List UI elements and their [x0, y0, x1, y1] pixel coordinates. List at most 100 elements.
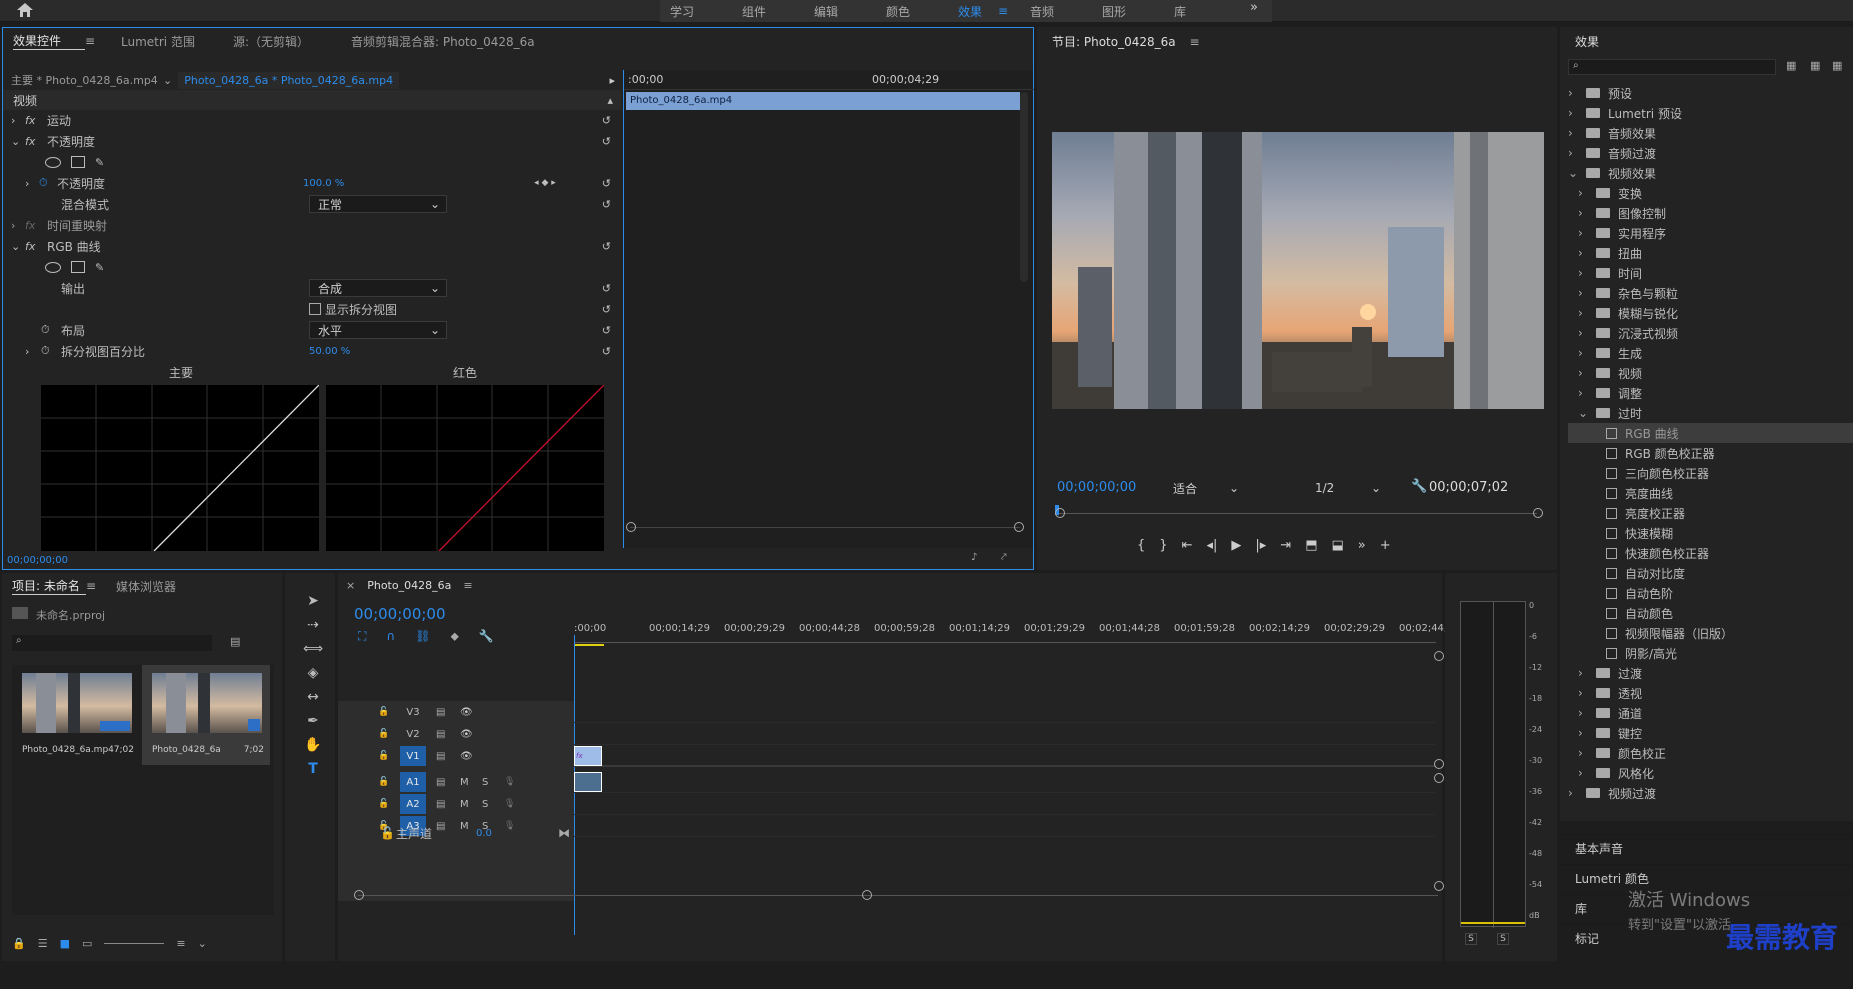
microphone-icon[interactable]: 🎙: [504, 799, 515, 809]
lock-icon[interactable]: 🔓: [378, 777, 390, 787]
effect-item[interactable]: 自动对比度: [1588, 563, 1853, 583]
effect-item[interactable]: 阴影/高光: [1588, 643, 1853, 663]
solo-button[interactable]: S: [482, 777, 494, 788]
effects-folder[interactable]: › 预设: [1568, 83, 1853, 103]
chevron-right-icon[interactable]: ›: [1578, 706, 1588, 720]
effects-folder[interactable]: › 风格化: [1578, 763, 1853, 783]
fit-select[interactable]: 适合 ⌄: [1165, 479, 1245, 497]
tab-audio-clip-mixer[interactable]: 音频剪辑混合器: Photo_0428_6a: [351, 33, 591, 50]
tab-source[interactable]: 源:（无剪辑）: [233, 33, 351, 50]
hand-tool-icon[interactable]: ✋: [304, 737, 321, 753]
step-back-icon[interactable]: ◂|: [1206, 538, 1217, 553]
fx-badge[interactable]: fx: [25, 135, 47, 148]
effects-folder[interactable]: › 音频过渡: [1568, 143, 1853, 163]
work-area-bar[interactable]: [574, 644, 604, 646]
eye-icon[interactable]: 👁: [460, 707, 473, 718]
track-header-v2[interactable]: 🔓 V2 ▤ 👁: [338, 723, 574, 745]
effect-item[interactable]: 自动颜色: [1588, 603, 1853, 623]
mark-out-icon[interactable]: }: [1159, 538, 1167, 553]
ec-horizontal-scrollbar[interactable]: [626, 522, 1024, 535]
timeline-timecode[interactable]: 00;00;00;00: [354, 605, 446, 623]
type-tool-icon[interactable]: T: [308, 761, 318, 777]
track-target-label[interactable]: A2: [400, 794, 426, 814]
master-clip-label[interactable]: 主要 * Photo_0428_6a.mp4: [11, 72, 163, 88]
play-icon[interactable]: ▶: [1231, 538, 1241, 553]
chevron-right-icon[interactable]: ›: [1578, 186, 1588, 200]
play-arrow-icon[interactable]: ▸: [609, 74, 615, 87]
chevron-right-icon[interactable]: ›: [1578, 766, 1588, 780]
effects-folder[interactable]: › 透视: [1578, 683, 1853, 703]
split-percent-value[interactable]: 50.00 %: [309, 346, 350, 357]
chevron-right-icon[interactable]: ›: [1578, 246, 1588, 260]
effects-folder[interactable]: › 键控: [1578, 723, 1853, 743]
reset-icon[interactable]: ↺: [602, 114, 611, 127]
tab-project[interactable]: 项目: 未命名: [12, 577, 86, 595]
chevron-right-icon[interactable]: ›: [1578, 366, 1588, 380]
effect-opacity[interactable]: ⌄ fx 不透明度 ↺: [3, 131, 621, 151]
effects-folder[interactable]: › 视频: [1578, 363, 1853, 383]
video-clip[interactable]: fx: [574, 746, 602, 766]
track-target-label[interactable]: V1: [400, 746, 426, 766]
more-controls-icon[interactable]: »: [1358, 538, 1366, 553]
workspace-menu-icon[interactable]: ≡: [998, 4, 1030, 18]
workspace-tab-color[interactable]: 颜色: [886, 3, 958, 20]
workspace-tab-assembly[interactable]: 组件: [742, 3, 814, 20]
chevron-right-icon[interactable]: ›: [1578, 266, 1588, 280]
stopwatch-icon[interactable]: ⏱: [41, 344, 61, 358]
ellipse-mask-icon[interactable]: [45, 156, 61, 168]
pen-mask-icon[interactable]: ✎: [95, 156, 104, 169]
fx-badge[interactable]: fx: [25, 114, 47, 127]
sequence-clip-label[interactable]: Photo_0428_6a * Photo_0428_6a.mp4: [178, 71, 400, 89]
output-select[interactable]: 合成 ⌄: [309, 279, 447, 297]
snap-icon[interactable]: ∩: [386, 629, 395, 644]
expand-arrow-icon[interactable]: ›: [11, 114, 25, 127]
show-split-checkbox[interactable]: [309, 303, 321, 315]
effects-folder[interactable]: ⌄ 过时: [1578, 403, 1853, 423]
chevron-right-icon[interactable]: ›: [1578, 306, 1588, 320]
reset-icon[interactable]: ↺: [602, 345, 611, 358]
opacity-value[interactable]: 100.0 %: [303, 178, 344, 189]
go-to-in-icon[interactable]: ⇤: [1182, 538, 1193, 553]
ripple-edit-tool-icon[interactable]: ⟺: [303, 641, 323, 657]
effects-folder[interactable]: › 沉浸式视频: [1578, 323, 1853, 343]
solo-right-button[interactable]: S: [1497, 933, 1509, 945]
panel-menu-icon[interactable]: ≡: [1189, 35, 1199, 49]
freeform-view-icon[interactable]: ▭: [82, 937, 92, 950]
workspace-tab-edit[interactable]: 编辑: [814, 3, 886, 20]
effects-folder[interactable]: › 通道: [1578, 703, 1853, 723]
essential-sound-panel[interactable]: 基本声音: [1560, 834, 1853, 860]
sync-lock-icon[interactable]: ▤: [436, 799, 450, 810]
lock-icon[interactable]: 🔓: [378, 707, 390, 717]
chevron-right-icon[interactable]: ›: [1578, 666, 1588, 680]
effects-folder[interactable]: › 杂色与颗粒: [1578, 283, 1853, 303]
wrench-icon[interactable]: 🔧: [479, 629, 494, 644]
collapse-arrow-icon[interactable]: ⌄: [11, 135, 25, 148]
effect-item[interactable]: 快速颜色校正器: [1588, 543, 1853, 563]
pen-mask-icon[interactable]: ✎: [95, 261, 104, 274]
program-scrubber[interactable]: [1055, 505, 1543, 519]
effects-folder[interactable]: › 实用程序: [1578, 223, 1853, 243]
effect-item[interactable]: RGB 颜色校正器: [1588, 443, 1853, 463]
chevron-right-icon[interactable]: ›: [1578, 686, 1588, 700]
tab-lumetri-scopes[interactable]: Lumetri 范围: [121, 33, 233, 50]
collapse-arrow-icon[interactable]: ⌄: [11, 240, 25, 253]
sync-lock-icon[interactable]: ▤: [436, 707, 450, 718]
chevron-right-icon[interactable]: ›: [1578, 726, 1588, 740]
effects-folder[interactable]: › 变换: [1578, 183, 1853, 203]
effects-folder[interactable]: › 图像控制: [1578, 203, 1853, 223]
reset-icon[interactable]: ↺: [602, 324, 611, 337]
effects-folder[interactable]: › Lumetri 预设: [1568, 103, 1853, 123]
solo-left-button[interactable]: S: [1465, 933, 1477, 945]
project-item[interactable]: Photo_0428_6a.mp4 7;02: [12, 665, 140, 765]
32bit-icon[interactable]: ▦: [1832, 59, 1842, 72]
eye-icon[interactable]: 👁: [460, 751, 473, 762]
sort-icon[interactable]: ≡: [176, 937, 185, 950]
tab-media-browser[interactable]: 媒体浏览器: [116, 578, 176, 595]
ec-clip-bar[interactable]: Photo_0428_6a.mp4: [626, 92, 1020, 110]
go-to-out-icon[interactable]: ⇥: [1280, 538, 1291, 553]
chevron-right-icon[interactable]: ›: [1568, 146, 1578, 160]
effect-item[interactable]: 自动色阶: [1588, 583, 1853, 603]
keyframe-nav-icon[interactable]: ◂ ◆ ▸: [534, 178, 556, 188]
effect-rgb-curves[interactable]: ⌄ fx RGB 曲线 ↺: [3, 236, 621, 256]
effect-item[interactable]: 亮度曲线: [1588, 483, 1853, 503]
